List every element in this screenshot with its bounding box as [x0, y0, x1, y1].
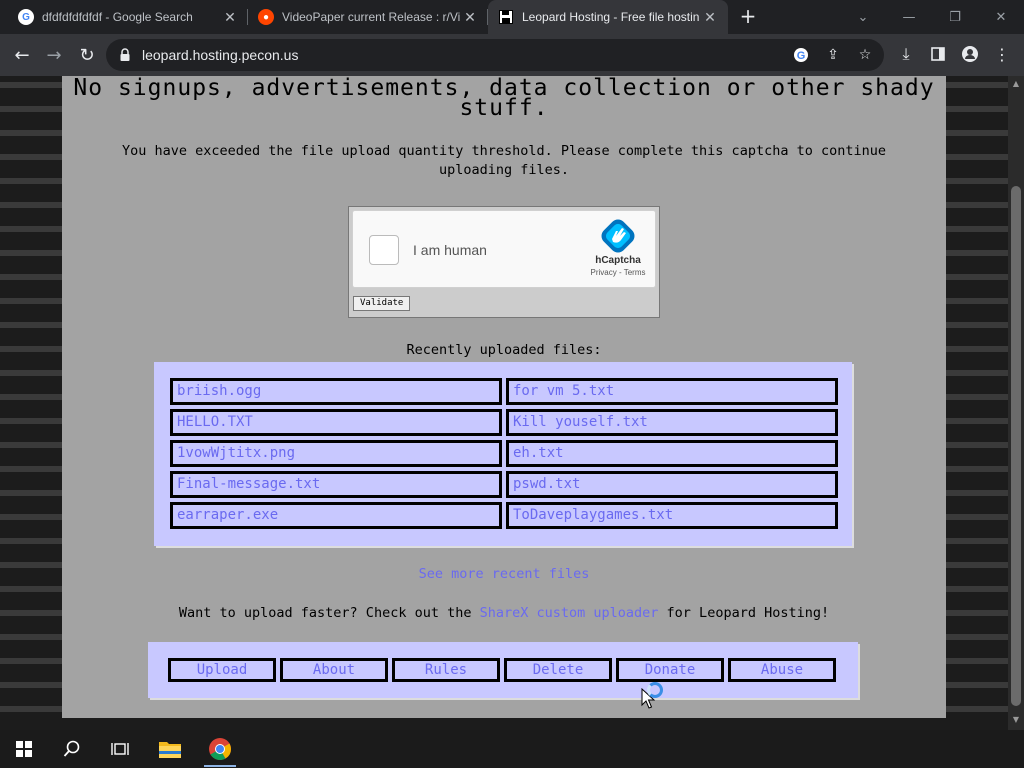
captcha-checkbox[interactable]: [369, 235, 399, 265]
close-window-icon[interactable]: ✕: [978, 0, 1024, 34]
chrome-icon[interactable]: [198, 730, 242, 768]
tab-search-chevron-icon[interactable]: ⌄: [840, 0, 886, 34]
nav-rules[interactable]: Rules: [392, 658, 500, 682]
scroll-thumb[interactable]: [1011, 186, 1021, 706]
address-bar[interactable]: leopard.hosting.pecon.us G ⇪ ☆: [106, 39, 884, 71]
page-content: No signups, advertisements, data collect…: [62, 76, 946, 718]
task-view-icon[interactable]: [98, 730, 142, 768]
recent-file-link[interactable]: for vm 5.txt: [506, 378, 838, 405]
hcaptcha-widget: I am human hCaptcha Privacy - Terms: [352, 210, 656, 288]
recent-file-link[interactable]: ToDaveplaygames.txt: [506, 502, 838, 529]
upload-threshold-notice: You have exceeded the file upload quanti…: [121, 143, 886, 178]
close-tab-icon[interactable]: ✕: [222, 9, 238, 26]
recent-file-link[interactable]: HELLO.TXT: [170, 409, 502, 436]
profile-icon[interactable]: [960, 44, 980, 64]
svg-text:G: G: [797, 50, 806, 62]
background-pattern: [0, 76, 62, 730]
tab-title: dfdfdfdfdfdf - Google Search: [42, 10, 193, 24]
bookmark-star-icon[interactable]: ☆: [856, 46, 874, 64]
hcaptcha-logo-icon: [601, 219, 635, 253]
windows-taskbar: [0, 730, 1024, 768]
sharex-uploader-link[interactable]: ShareX custom uploader: [480, 605, 659, 621]
scroll-down-arrow-icon[interactable]: ▼: [1008, 712, 1024, 728]
see-more-files-link[interactable]: See more recent files: [62, 566, 946, 582]
search-icon[interactable]: [50, 730, 94, 768]
sharex-suffix: for Leopard Hosting!: [658, 605, 830, 621]
lock-icon: [120, 48, 130, 61]
captcha-form: I am human hCaptcha Privacy - Terms Vali…: [348, 206, 660, 318]
recent-file-link[interactable]: eh.txt: [506, 440, 838, 467]
file-explorer-icon[interactable]: [148, 730, 192, 768]
restore-icon[interactable]: ❐: [932, 0, 978, 34]
page-scrollbar[interactable]: ▲ ▼: [1008, 76, 1024, 730]
tab-strip: G dfdfdfdfdfdf - Google Search ✕ ● Video…: [0, 0, 1024, 34]
loading-spinner-icon: [647, 682, 663, 698]
google-lens-icon[interactable]: G: [792, 46, 810, 64]
scroll-up-arrow-icon[interactable]: ▲: [1008, 76, 1024, 92]
forward-icon[interactable]: →: [41, 42, 67, 68]
recent-file-link[interactable]: Final-message.txt: [170, 471, 502, 498]
browser-toolbar: ← → ↻ leopard.hosting.pecon.us G ⇪ ☆ ⤓ ⋮: [0, 34, 1024, 76]
recent-file-link[interactable]: Kill youself.txt: [506, 409, 838, 436]
validate-button[interactable]: Validate: [353, 296, 411, 311]
nav-upload[interactable]: Upload: [168, 658, 276, 682]
google-icon: G: [18, 9, 34, 25]
nav-abuse[interactable]: Abuse: [728, 658, 836, 682]
nav-delete[interactable]: Delete: [504, 658, 612, 682]
url-text: leopard.hosting.pecon.us: [142, 47, 299, 63]
recent-file-link[interactable]: pswd.txt: [506, 471, 838, 498]
minimize-icon[interactable]: —: [886, 0, 932, 34]
page-viewport: No signups, advertisements, data collect…: [0, 76, 1008, 730]
recent-file-link[interactable]: earraper.exe: [170, 502, 502, 529]
recent-file-link[interactable]: briish.ogg: [170, 378, 502, 405]
close-tab-icon[interactable]: ✕: [702, 9, 718, 26]
reddit-icon: ●: [258, 9, 274, 25]
nav-about[interactable]: About: [280, 658, 388, 682]
windows-start-icon[interactable]: [2, 730, 46, 768]
download-icon[interactable]: ⤓: [896, 44, 916, 64]
close-tab-icon[interactable]: ✕: [462, 9, 478, 26]
recent-file-link[interactable]: 1vowWjtitx.png: [170, 440, 502, 467]
back-icon[interactable]: ←: [9, 42, 35, 68]
tab-title: VideoPaper current Release : r/Vi: [282, 10, 461, 24]
tab-reddit[interactable]: ● VideoPaper current Release : r/Vi ✕: [248, 0, 488, 34]
sharex-prefix: Want to upload faster? Check out the: [178, 605, 480, 621]
menu-kebab-icon[interactable]: ⋮: [992, 44, 1012, 64]
tab-title: Leopard Hosting - Free file hostin: [522, 10, 700, 24]
page-headline: No signups, advertisements, data collect…: [73, 76, 935, 121]
side-panel-icon[interactable]: [928, 44, 948, 64]
tab-google-search[interactable]: G dfdfdfdfdfdf - Google Search ✕: [8, 0, 248, 34]
site-nav: Upload About Rules Delete Donate Abuse: [148, 642, 858, 698]
hcaptcha-brand: hCaptcha: [595, 255, 641, 266]
tab-leopard-hosting[interactable]: Leopard Hosting - Free file hostin ✕: [488, 0, 728, 34]
background-pattern: [946, 76, 1008, 730]
reload-icon[interactable]: ↻: [74, 42, 100, 68]
recent-files-panel: briish.ogg for vm 5.txt HELLO.TXT Kill y…: [154, 362, 852, 546]
share-icon[interactable]: ⇪: [824, 46, 842, 64]
new-tab-icon[interactable]: +: [737, 5, 759, 27]
sharex-promo: Want to upload faster? Check out the Sha…: [62, 605, 946, 621]
privacy-terms-links[interactable]: Privacy - Terms: [579, 268, 657, 277]
nav-donate[interactable]: Donate: [616, 658, 724, 682]
recent-files-heading: Recently uploaded files:: [406, 342, 602, 358]
captcha-label: I am human: [413, 242, 487, 258]
floppy-disk-icon: [498, 9, 514, 25]
